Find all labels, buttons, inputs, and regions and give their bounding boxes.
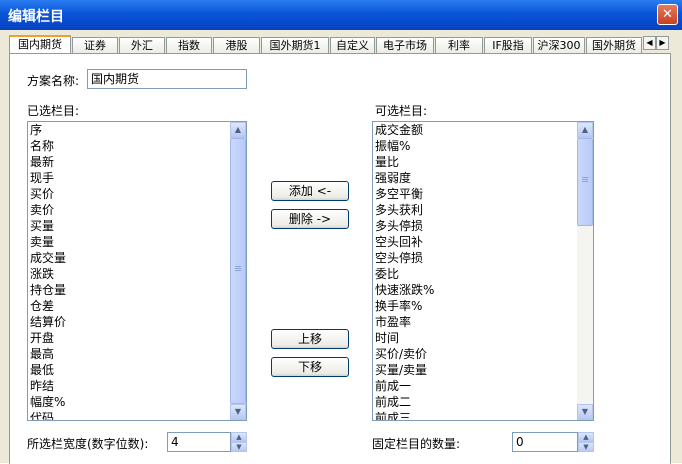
list-item[interactable]: 仓差 bbox=[30, 298, 229, 314]
tab-foreign-futures-1[interactable]: 国外期货1 bbox=[261, 37, 329, 53]
add-button[interactable]: 添加 <- bbox=[271, 181, 349, 201]
tab-custom[interactable]: 自定义 bbox=[330, 37, 375, 53]
list-item[interactable]: 最新 bbox=[30, 154, 229, 170]
scroll-thumb[interactable] bbox=[577, 138, 593, 226]
tab-foreign-futures[interactable]: 国外期货 bbox=[586, 37, 642, 53]
dialog-client: 国内期货 证券 外汇 指数 港股 国外期货1 自定义 电子市场 利率 IF股指 … bbox=[0, 30, 682, 464]
list-item[interactable]: 买量 bbox=[30, 218, 229, 234]
scroll-up-icon[interactable]: ▲ bbox=[230, 122, 246, 138]
list-item[interactable]: 持仓量 bbox=[30, 282, 229, 298]
list-item[interactable]: 结算价 bbox=[30, 314, 229, 330]
tab-hs300[interactable]: 沪深300 bbox=[533, 37, 585, 53]
list-item[interactable]: 市盈率 bbox=[375, 314, 576, 330]
tab-strip: 国内期货 证券 外汇 指数 港股 国外期货1 自定义 电子市场 利率 IF股指 … bbox=[0, 30, 682, 54]
list-item[interactable]: 多空平衡 bbox=[375, 186, 576, 202]
tab-panel: 方案名称: 国内期货 已选栏目: 可选栏目: 序名称 最新 现手 买价 卖价 买量 卖量 成交… bbox=[9, 53, 671, 464]
list-item[interactable]: 涨跌 bbox=[30, 266, 229, 282]
list-item[interactable]: 最高 bbox=[30, 346, 229, 362]
list-item[interactable]: 名称 bbox=[30, 138, 229, 154]
list-item[interactable]: 序 bbox=[30, 122, 229, 138]
list-item[interactable]: 代码 bbox=[30, 410, 229, 420]
scroll-down-icon[interactable]: ▼ bbox=[577, 404, 593, 420]
selected-columns-label: 已选栏目: bbox=[27, 104, 80, 118]
list-item[interactable]: 换手率% bbox=[375, 298, 576, 314]
tab-electronic-market[interactable]: 电子市场 bbox=[376, 37, 434, 53]
tab-index[interactable]: 指数 bbox=[166, 37, 212, 53]
title-bar: 编辑栏目 ✕ bbox=[0, 0, 682, 30]
tab-forex[interactable]: 外汇 bbox=[119, 37, 165, 53]
spin-down-icon[interactable]: ▼ bbox=[231, 442, 247, 452]
list-item[interactable]: 成交量 bbox=[30, 250, 229, 266]
delete-button[interactable]: 删除 -> bbox=[271, 209, 349, 229]
tab-domestic-futures[interactable]: 国内期货 bbox=[9, 35, 71, 54]
tab-interest-rate[interactable]: 利率 bbox=[435, 37, 483, 53]
tab-scroll-right-icon[interactable]: ▶ bbox=[656, 36, 669, 50]
available-columns-list[interactable]: 成交金额 振幅% 量比 强弱度 多空平衡 多头获利 多头停损 空头回补 空头停损 委比 快速涨跌% 换… bbox=[372, 121, 594, 421]
tab-if-index-futures[interactable]: IF股指 bbox=[484, 37, 532, 53]
list-item[interactable]: 前成二 bbox=[375, 394, 576, 410]
spin-up-icon[interactable]: ▲ bbox=[578, 432, 594, 442]
scroll-down-icon[interactable]: ▼ bbox=[230, 404, 246, 420]
list-item[interactable]: 前成一 bbox=[375, 378, 576, 394]
tab-securities[interactable]: 证券 bbox=[72, 37, 118, 53]
list-item[interactable]: 幅度% bbox=[30, 394, 229, 410]
list-item[interactable]: 委比 bbox=[375, 266, 576, 282]
list-item[interactable]: 买价 bbox=[30, 186, 229, 202]
spin-down-icon[interactable]: ▼ bbox=[578, 442, 594, 452]
fixed-columns-input[interactable]: 0 bbox=[512, 432, 578, 452]
tab-hk-stocks[interactable]: 港股 bbox=[213, 37, 260, 53]
list-item[interactable]: 昨结 bbox=[30, 378, 229, 394]
list-item[interactable]: 买价/卖价 bbox=[375, 346, 576, 362]
available-scrollbar[interactable]: ▲ ▼ bbox=[577, 122, 593, 420]
scroll-thumb[interactable] bbox=[230, 138, 246, 404]
move-down-button[interactable]: 下移 bbox=[271, 357, 349, 377]
grip-icon bbox=[235, 266, 241, 272]
list-item[interactable]: 快速涨跌% bbox=[375, 282, 576, 298]
list-item[interactable]: 强弱度 bbox=[375, 170, 576, 186]
list-item[interactable]: 买量/卖量 bbox=[375, 362, 576, 378]
available-items: 成交金额 振幅% 量比 强弱度 多空平衡 多头获利 多头停损 空头回补 空头停损 委比 快速涨跌% 换… bbox=[375, 122, 576, 420]
available-columns-label: 可选栏目: bbox=[375, 104, 428, 118]
list-item[interactable]: 开盘 bbox=[30, 330, 229, 346]
list-item[interactable]: 时间 bbox=[375, 330, 576, 346]
column-width-label: 所选栏宽度(数字位数): bbox=[27, 437, 149, 451]
list-item[interactable]: 现手 bbox=[30, 170, 229, 186]
column-width-input[interactable]: 4 bbox=[167, 432, 231, 452]
move-up-button[interactable]: 上移 bbox=[271, 329, 349, 349]
list-item[interactable]: 多头获利 bbox=[375, 202, 576, 218]
list-item[interactable]: 振幅% bbox=[375, 138, 576, 154]
scroll-up-icon[interactable]: ▲ bbox=[577, 122, 593, 138]
window-title: 编辑栏目 bbox=[8, 9, 64, 25]
list-item[interactable]: 前成三 bbox=[375, 410, 576, 420]
list-item[interactable]: 空头回补 bbox=[375, 234, 576, 250]
selected-items: 序名称 最新 现手 买价 卖价 买量 卖量 成交量 涨跌 持仓量 仓差 结算价 开盘 最高 最低 昨结 幅度% 代… bbox=[30, 122, 229, 420]
selected-columns-list[interactable]: 序名称 最新 现手 买价 卖价 买量 卖量 成交量 涨跌 持仓量 仓差 结算价 开盘 最高 最低 昨结 幅度% 代… bbox=[27, 121, 247, 421]
grip-icon bbox=[582, 177, 588, 183]
list-item[interactable]: 卖量 bbox=[30, 234, 229, 250]
close-button[interactable]: ✕ bbox=[657, 4, 678, 25]
spin-up-icon[interactable]: ▲ bbox=[231, 432, 247, 442]
scheme-name-input[interactable]: 国内期货 bbox=[87, 69, 247, 89]
list-item[interactable]: 最低 bbox=[30, 362, 229, 378]
scheme-name-label: 方案名称: bbox=[27, 74, 80, 88]
tab-scroll-left-icon[interactable]: ◀ bbox=[643, 36, 656, 50]
list-item[interactable]: 多头停损 bbox=[375, 218, 576, 234]
selected-scrollbar[interactable]: ▲ ▼ bbox=[230, 122, 246, 420]
list-item[interactable]: 卖价 bbox=[30, 202, 229, 218]
list-item[interactable]: 成交金额 bbox=[375, 122, 576, 138]
list-item[interactable]: 量比 bbox=[375, 154, 576, 170]
fixed-columns-label: 固定栏目的数量: bbox=[372, 437, 461, 451]
list-item[interactable]: 空头停损 bbox=[375, 250, 576, 266]
